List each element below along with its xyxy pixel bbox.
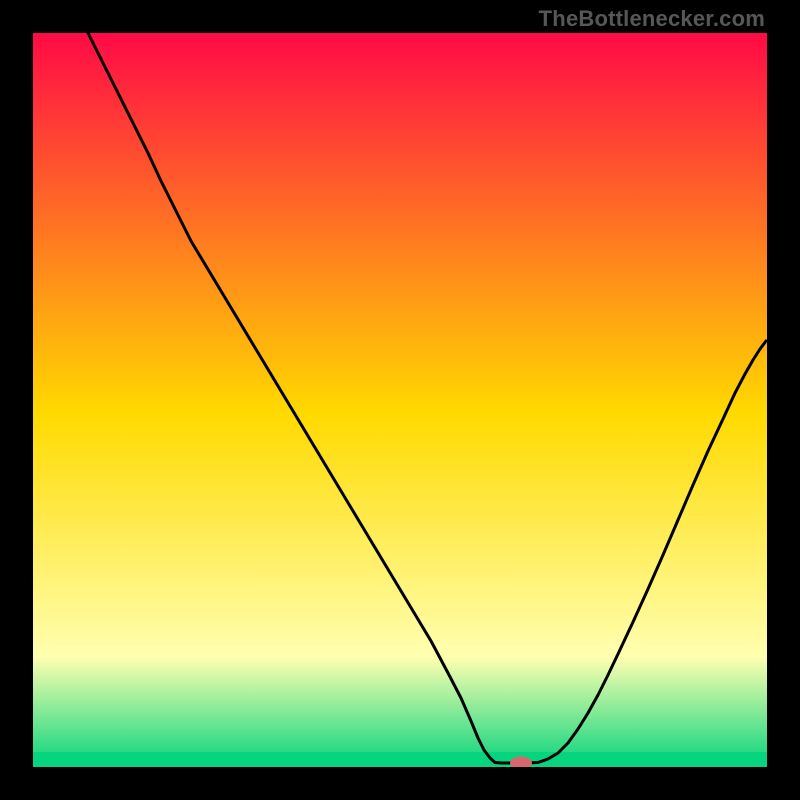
baseline-band (33, 752, 767, 767)
chart-frame: TheBottlenecker.com (0, 0, 800, 800)
chart-plot-area (33, 33, 767, 767)
watermark-text: TheBottlenecker.com (539, 6, 765, 32)
chart-svg (33, 33, 767, 767)
